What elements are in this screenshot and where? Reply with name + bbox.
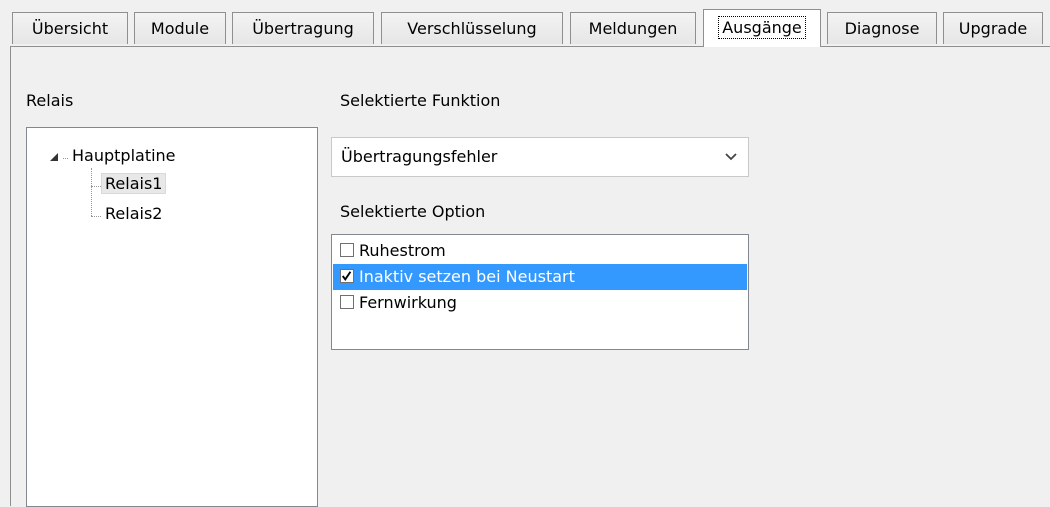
tab-label: Upgrade (958, 19, 1028, 38)
collapse-triangle-icon[interactable] (50, 153, 58, 161)
relais-tree[interactable]: Hauptplatine Relais1 Relais2 (26, 127, 318, 507)
option-item-label: Inaktiv setzen bei Neustart (359, 267, 575, 286)
tab-label: Übertragung (252, 19, 354, 38)
option-item-label: Ruhestrom (359, 241, 446, 260)
tab-label: Module (150, 19, 210, 38)
function-select-value: Übertragungsfehler (341, 147, 498, 166)
tab-ausgaenge[interactable]: Ausgänge (703, 9, 821, 47)
tree-connector (91, 186, 101, 187)
tab-page-ausgaenge: Relais Hauptplatine Relais1 Relais2 Sele… (10, 46, 1050, 507)
tab-uebertragung[interactable]: Übertragung (232, 12, 374, 44)
checkbox-inaktiv-setzen[interactable] (340, 269, 354, 283)
option-item-fernwirkung[interactable]: Fernwirkung (333, 290, 747, 316)
option-list: Ruhestrom Inaktiv setzen bei Neustart Fe… (331, 234, 749, 350)
tab-module[interactable]: Module (134, 12, 226, 44)
option-item-label: Fernwirkung (359, 293, 457, 312)
checkbox-ruhestrom[interactable] (340, 243, 354, 257)
tree-connector (63, 158, 68, 159)
tree-node-hauptplatine[interactable]: Hauptplatine (72, 146, 176, 165)
option-item-inaktiv-setzen[interactable]: Inaktiv setzen bei Neustart (333, 264, 747, 290)
tree-node-label: Hauptplatine (72, 146, 176, 165)
chevron-down-icon (725, 153, 737, 161)
option-label: Selektierte Option (340, 202, 486, 221)
relais-label: Relais (26, 91, 74, 110)
function-select[interactable]: Übertragungsfehler (331, 137, 749, 177)
tree-node-relais1[interactable]: Relais1 (101, 173, 167, 194)
tab-label: Ausgänge (718, 16, 806, 39)
tree-connector (91, 168, 92, 216)
tab-diagnose[interactable]: Diagnose (827, 12, 937, 44)
tab-label: Meldungen (588, 19, 678, 38)
tab-label: Übersicht (31, 19, 109, 38)
tree-node-label: Relais1 (101, 173, 167, 194)
tab-label: Diagnose (844, 19, 920, 38)
option-item-ruhestrom[interactable]: Ruhestrom (333, 238, 747, 264)
function-label: Selektierte Funktion (340, 91, 501, 110)
tab-strip: Übersicht Module Übertragung Verschlüsse… (0, 0, 1050, 47)
tree-node-relais2[interactable]: Relais2 (105, 204, 162, 223)
tab-uebersicht[interactable]: Übersicht (12, 12, 128, 44)
tab-label: Verschlüsselung (407, 19, 537, 38)
checkmark-icon (341, 271, 352, 282)
tab-upgrade[interactable]: Upgrade (943, 12, 1043, 44)
tab-meldungen[interactable]: Meldungen (570, 12, 696, 44)
checkbox-fernwirkung[interactable] (340, 295, 354, 309)
tree-connector (91, 216, 101, 217)
tree-node-label: Relais2 (105, 204, 163, 223)
tab-verschluesselung[interactable]: Verschlüsselung (381, 12, 563, 44)
